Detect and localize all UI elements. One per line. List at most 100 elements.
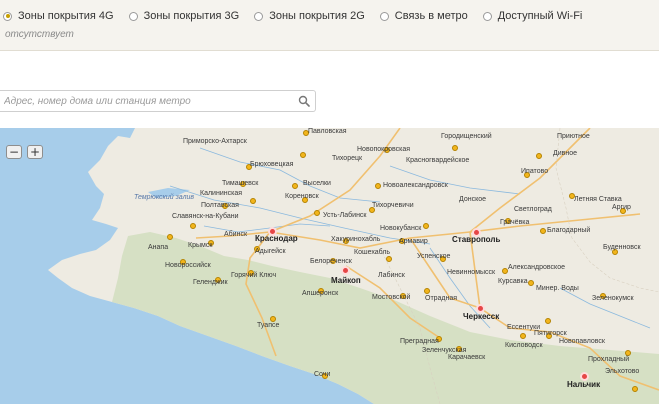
map-label-letnyaya-stavka[interactable]: Летняя Ставка	[574, 196, 622, 203]
map-label-nalchik[interactable]: Нальчик	[567, 380, 600, 389]
search-icon[interactable]	[298, 95, 310, 107]
option-2g-label[interactable]: Зоны покрытия 2G	[269, 10, 365, 22]
map-label-mineralnye-vody[interactable]: Минер. Воды	[536, 285, 579, 292]
city-dot[interactable]	[314, 210, 320, 216]
map-label-apsheronsk[interactable]: Апшеронск	[302, 290, 338, 297]
city-dot[interactable]	[423, 223, 429, 229]
map-label-uspenskoe[interactable]: Успенское	[417, 253, 450, 260]
map-label-zelenchukskaya[interactable]: Зеленчукская	[422, 347, 466, 354]
city-dot[interactable]	[375, 183, 381, 189]
map-label-karachaevsk[interactable]: Карачаевск	[448, 354, 485, 361]
map-label-timashevsk[interactable]: Тимашевск	[222, 180, 258, 187]
map-label-pavlovskaya[interactable]: Павловская	[308, 128, 347, 135]
map-label-divnoe[interactable]: Дивное	[553, 150, 577, 157]
city-dot[interactable]	[545, 318, 551, 324]
map-label-vyselki[interactable]: Выселки	[303, 180, 331, 187]
map-label-kursavka[interactable]: Курсавка	[498, 278, 528, 285]
map-label-ust-labinsk[interactable]: Усть-Лабинск	[323, 212, 367, 219]
city-dot[interactable]	[540, 228, 546, 234]
map-label-priyutnoe[interactable]: Приютное	[557, 133, 590, 140]
map-label-tuapse[interactable]: Туапсе	[257, 322, 279, 329]
map-label-novoaleksandrovsk[interactable]: Новоалександровск	[383, 182, 448, 189]
radio-4g-icon[interactable]	[3, 11, 12, 21]
map-label-zelenokumsk[interactable]: Зеленокумск	[592, 295, 634, 302]
map-label-blagodarny[interactable]: Благодарный	[547, 227, 590, 234]
capital-marker-maykop[interactable]	[341, 266, 350, 275]
map-label-budennovsk[interactable]: Буденновск	[603, 244, 641, 251]
map-label-koshekhabl[interactable]: Кошехабль	[354, 249, 390, 256]
map-label-maykop[interactable]: Майкоп	[331, 276, 361, 285]
address-search-input[interactable]	[4, 93, 284, 109]
map-label-anapa[interactable]: Анапа	[148, 244, 168, 251]
radio-wifi-icon[interactable]	[482, 11, 492, 21]
option-4g[interactable]: Зоны покрытия 4G	[3, 10, 114, 22]
map-label-abinsk[interactable]: Абинск	[224, 231, 247, 238]
map-label-belorechensk[interactable]: Белореченск	[310, 258, 352, 265]
map-label-gracheva[interactable]: Грачёвка	[500, 219, 529, 226]
zoom-out-button[interactable]: −	[6, 145, 22, 159]
option-wifi-label[interactable]: Доступный Wi-Fi	[498, 10, 583, 22]
city-dot[interactable]	[632, 386, 638, 392]
map-label-cherkessk[interactable]: Черкесск	[463, 312, 499, 321]
city-dot[interactable]	[424, 288, 430, 294]
city-dot[interactable]	[190, 223, 196, 229]
map-label-pyatigorsk[interactable]: Пятигорск	[534, 330, 567, 337]
map-label-poltavskaya[interactable]: Полтавская	[201, 202, 239, 209]
option-4g-label[interactable]: Зоны покрытия 4G	[18, 10, 114, 22]
map-label-labinsk[interactable]: Лабинск	[378, 272, 405, 279]
map-label-novorossiysk[interactable]: Новороссийск	[165, 262, 211, 269]
option-metro-label[interactable]: Связь в метро	[395, 10, 468, 22]
map-label-argir[interactable]: Аргир	[612, 204, 631, 211]
map-label-novopavlovsk[interactable]: Новопавловск	[559, 338, 605, 345]
city-dot[interactable]	[520, 333, 526, 339]
radio-metro-icon[interactable]	[379, 11, 389, 21]
city-dot[interactable]	[167, 234, 173, 240]
map-label-krymsk[interactable]: Крымск	[188, 242, 212, 249]
map-label-pregradnaya[interactable]: Преградная	[400, 338, 439, 345]
map-label-gorodishchenskiy[interactable]: Городищенский	[441, 133, 492, 140]
option-wifi[interactable]: Доступный Wi-Fi	[482, 10, 583, 22]
map-label-novokubansk[interactable]: Новокубанск	[380, 225, 421, 232]
map-label-mostovskoy[interactable]: Мостовской	[372, 294, 410, 301]
map-label-otradnaya[interactable]: Отрадная	[425, 295, 457, 302]
map-label-gelendzhik[interactable]: Геленджик	[193, 279, 228, 286]
map-label-elkhotovo[interactable]: Эльхотово	[605, 368, 639, 375]
city-dot[interactable]	[250, 198, 256, 204]
option-2g[interactable]: Зоны покрытия 2G	[254, 10, 365, 22]
map-label-donskoe[interactable]: Донское	[459, 196, 486, 203]
map-label-nevinnomyssk[interactable]: Невинномысск	[447, 269, 495, 276]
city-dot[interactable]	[292, 183, 298, 189]
city-dot[interactable]	[528, 280, 534, 286]
map-label-sochi[interactable]: Сочи	[314, 371, 330, 378]
map-label-tikhorchevichi[interactable]: Тихорчевичи	[372, 202, 414, 209]
map-label-kalininskaya[interactable]: Калининская	[200, 190, 242, 197]
map-label-kislovodsk[interactable]: Кисловодск	[505, 342, 543, 349]
option-metro[interactable]: Связь в метро	[379, 10, 468, 22]
map-label-krasnogvardeyskoe[interactable]: Красногвардейское	[406, 157, 469, 164]
city-dot[interactable]	[300, 152, 306, 158]
radio-3g-icon[interactable]	[128, 11, 138, 21]
map-label-ipatovo[interactable]: Ипатово	[521, 168, 548, 175]
map-label-tikhoretsk[interactable]: Тихорецк	[332, 155, 362, 162]
option-3g[interactable]: Зоны покрытия 3G	[128, 10, 240, 22]
map-label-armavir[interactable]: Армавир	[399, 238, 428, 245]
map-label-primorsko-akhtarsk[interactable]: Приморско-Ахтарск	[183, 138, 247, 145]
map-label-prokhladny[interactable]: Прохладный	[588, 356, 629, 363]
map-label-aleksandrovskoe[interactable]: Александровское	[508, 264, 565, 271]
city-dot[interactable]	[386, 256, 392, 262]
map-label-krasnodar[interactable]: Краснодар	[255, 234, 298, 243]
option-3g-label[interactable]: Зоны покрытия 3G	[144, 10, 240, 22]
map-label-novopokrovskaya[interactable]: Новопокровская	[357, 146, 410, 153]
map-label-khakurinokhabl[interactable]: Хакуринохабль	[331, 236, 380, 243]
map-label-goryachiy-klyuch[interactable]: Горячий Ключ	[231, 272, 276, 279]
map-label-slavyansk[interactable]: Славянск-на-Кубани	[172, 213, 239, 220]
city-dot[interactable]	[452, 145, 458, 151]
zoom-in-button[interactable]: +	[27, 145, 43, 159]
city-dot[interactable]	[536, 153, 542, 159]
map-label-adygeysk[interactable]: Адыгейск	[255, 248, 286, 255]
radio-2g-icon[interactable]	[254, 11, 264, 21]
map-label-stavropol[interactable]: Ставрополь	[452, 235, 500, 244]
map-label-svetlograd[interactable]: Светлоград	[514, 206, 552, 213]
map-canvas[interactable]: − + Павловская Городищенский Приютное Пр…	[0, 128, 659, 404]
map-label-korenovsk[interactable]: Кореновск	[285, 193, 319, 200]
